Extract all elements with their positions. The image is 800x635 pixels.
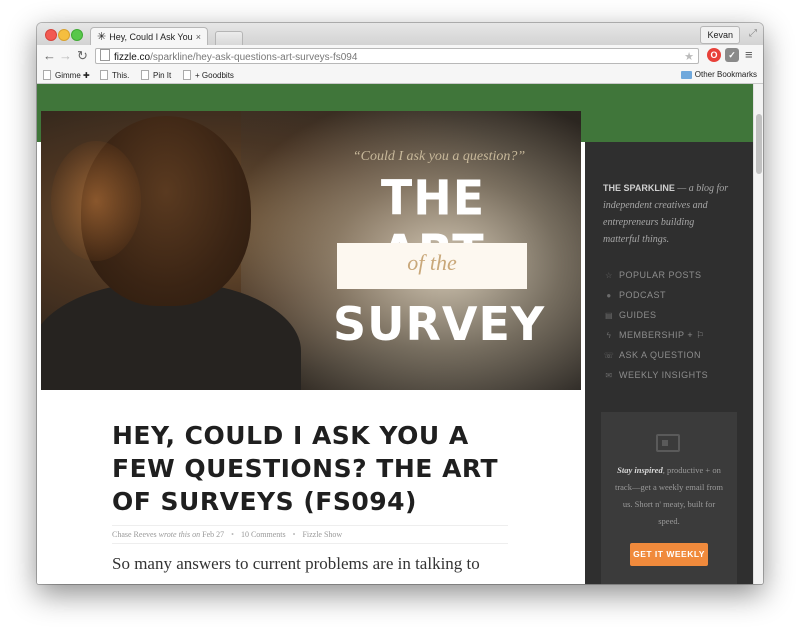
address-bar[interactable]: fizzle.co/sparkline/hey-ask-questions-ar… <box>95 48 699 64</box>
reload-icon[interactable]: ↻ <box>77 48 88 64</box>
tab-bar: ✳ Hey, Could I Ask You a Few × Kevan ⤢ <box>37 23 763 45</box>
vertical-scrollbar[interactable] <box>753 84 763 584</box>
hero-image: “Could I ask you a question?” THE ART of… <box>41 111 581 390</box>
wrote-this-on: wrote this on <box>158 530 201 539</box>
pocket-extension-icon[interactable]: ✓ <box>725 48 739 62</box>
tab-close-icon[interactable]: × <box>196 32 201 42</box>
post-comments-link[interactable]: 10 Comments <box>241 530 286 539</box>
newsletter-icon <box>656 434 680 452</box>
hero-line-3: SURVEY <box>333 297 546 351</box>
sidebar-brand[interactable]: THE SPARKLINE <box>603 183 675 193</box>
fullscreen-icon[interactable]: ⤢ <box>749 28 757 39</box>
post-date: Feb 27 <box>202 530 225 539</box>
signup-bold: Stay inspired <box>617 465 663 475</box>
fizzle-favicon-icon: ✳ <box>97 31 107 43</box>
minimize-window-button[interactable] <box>58 29 70 41</box>
url-path: /sparkline/hey-ask-questions-art-surveys… <box>150 52 358 63</box>
tab-title: Hey, Could I Ask You a Few <box>109 31 193 42</box>
page-icon <box>141 70 149 80</box>
post-meta: Chase Reeves wrote this on Feb 27 • 10 C… <box>112 525 508 544</box>
page-icon <box>43 70 51 80</box>
bookmarks-bar: Gimme ✚ This. Pin It + Goodbits Other Bo… <box>37 67 763 84</box>
bookmark-label: Pin It <box>153 70 172 80</box>
close-window-button[interactable] <box>45 29 57 41</box>
bookmark-item[interactable]: This. <box>100 70 129 80</box>
phone-icon: ☏ <box>603 350 615 360</box>
new-tab-button[interactable] <box>215 31 243 45</box>
sidebar-item-label: GUIDES <box>619 310 657 320</box>
star-icon: ☆ <box>605 270 613 280</box>
sidebar-item-label: WEEKLY INSIGHTS <box>619 370 709 380</box>
sidebar-item-popular-posts[interactable]: ☆ POPULAR POSTS <box>603 265 748 285</box>
sidebar-item-guides[interactable]: ▤ GUIDES <box>603 305 748 325</box>
page-icon <box>183 70 191 80</box>
hero-quote: “Could I ask you a question?” <box>352 149 526 164</box>
other-bookmarks[interactable]: Other Bookmarks <box>680 70 757 79</box>
post-author[interactable]: Chase Reeves <box>112 530 157 539</box>
bolt-icon: ϟ <box>606 330 612 340</box>
page-content: “Could I ask you a question?” THE ART of… <box>37 84 753 584</box>
post-category-link[interactable]: Fizzle Show <box>302 530 342 539</box>
hero-line-2: of the <box>407 250 457 275</box>
sidebar-item-membership[interactable]: ϟ MEMBERSHIP + ⚐ <box>603 325 748 345</box>
maximize-window-button[interactable] <box>71 29 83 41</box>
sidebar-item-label: PODCAST <box>619 290 667 300</box>
microphone-icon: ● <box>606 290 612 300</box>
sidebar-intro: THE SPARKLINE — a blog for independent c… <box>603 180 733 248</box>
sidebar-item-label: ASK A QUESTION <box>619 350 702 360</box>
profile-button[interactable]: Kevan <box>700 26 740 44</box>
separator-dot: • <box>231 530 234 539</box>
bookmark-label: Gimme ✚ <box>55 70 90 80</box>
page-icon <box>100 49 110 61</box>
bookmark-item[interactable]: Gimme ✚ <box>43 70 90 80</box>
other-bookmarks-label: Other Bookmarks <box>694 70 757 79</box>
bookmark-label: + Goodbits <box>195 70 234 80</box>
forward-arrow-icon[interactable]: → <box>59 48 72 64</box>
sidebar-item-label: MEMBERSHIP + ⚐ <box>619 329 705 340</box>
newsletter-signup: Stay inspired, productive + on track—get… <box>601 412 737 584</box>
post-title[interactable]: HEY, COULD I ASK YOU A FEW QUESTIONS? TH… <box>112 419 512 518</box>
page-icon <box>100 70 108 80</box>
sidebar-nav: ☆ POPULAR POSTS ● PODCAST ▤ GUIDES ϟ MEMBERS… <box>603 265 748 385</box>
sidebar-item-label: POPULAR POSTS <box>619 270 702 280</box>
menu-icon[interactable]: ≡ <box>745 48 753 62</box>
envelope-icon: ✉ <box>605 370 613 380</box>
sidebar-item-podcast[interactable]: ● PODCAST <box>603 285 748 305</box>
sidebar: THE SPARKLINE — a blog for independent c… <box>585 142 753 584</box>
separator-dot: • <box>292 530 296 539</box>
bookmark-item[interactable]: Pin It <box>141 70 171 80</box>
sidebar-item-weekly-insights[interactable]: ✉ WEEKLY INSIGHTS <box>603 365 748 385</box>
bookmark-star-icon[interactable]: ★ <box>684 49 694 65</box>
scrollbar-thumb[interactable] <box>756 114 762 174</box>
signup-text: Stay inspired, productive + on track—get… <box>613 462 725 530</box>
folder-icon <box>680 70 692 79</box>
back-arrow-icon[interactable]: ← <box>43 48 56 64</box>
opera-extension-icon[interactable]: O <box>707 48 721 62</box>
post-excerpt: So many answers to current problems are … <box>112 554 480 573</box>
hero-hair <box>51 141 141 261</box>
bookmark-label: This. <box>112 70 130 80</box>
tab-active[interactable]: ✳ Hey, Could I Ask You a Few × <box>90 27 208 45</box>
sidebar-item-ask-question[interactable]: ☏ ASK A QUESTION <box>603 345 748 365</box>
book-icon: ▤ <box>604 310 614 320</box>
browser-window: ✳ Hey, Could I Ask You a Few × Kevan ⤢ ←… <box>37 23 763 584</box>
bookmark-item[interactable]: + Goodbits <box>183 70 234 80</box>
get-it-weekly-button[interactable]: GET IT WEEKLY <box>630 543 708 566</box>
url-domain: fizzle.co <box>114 52 151 63</box>
browser-toolbar: ← → ↻ fizzle.co/sparkline/hey-ask-questi… <box>37 45 763 67</box>
